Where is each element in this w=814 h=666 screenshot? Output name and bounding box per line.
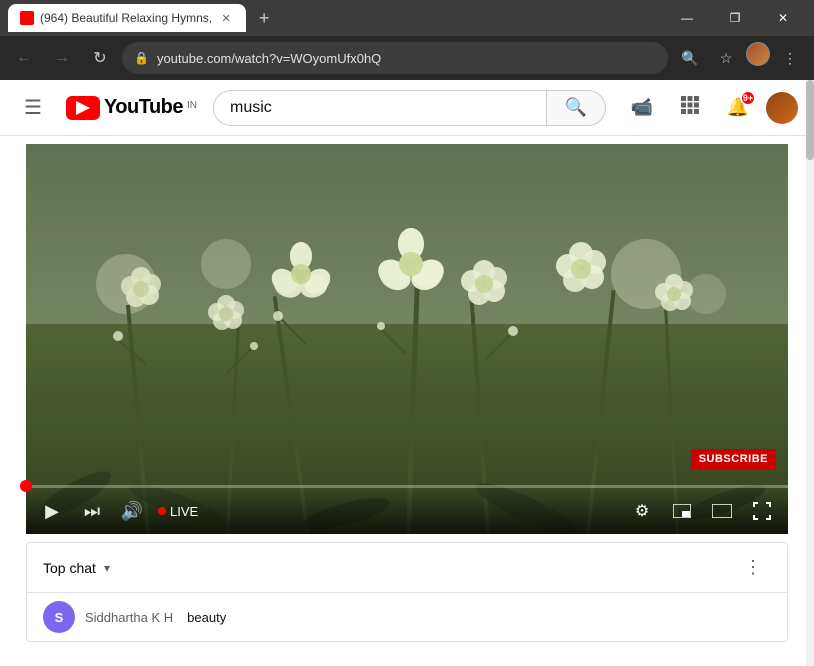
youtube-play-icon (76, 101, 90, 115)
notification-badge: 9+ (740, 90, 756, 106)
notifications-button[interactable]: 🔔 9+ (718, 88, 758, 128)
chat-menu-button[interactable]: ⋮ (735, 550, 771, 586)
chat-message-text: beauty (187, 610, 226, 625)
chat-dropdown-arrow[interactable]: ▾ (104, 561, 110, 575)
tab-favicon (20, 11, 34, 25)
browser-chrome: (964) Beautiful Relaxing Hymns, ✕ + — ❐ … (0, 0, 814, 80)
search-browser-button[interactable]: 🔍 (674, 42, 706, 74)
upload-icon: 📹 (631, 97, 653, 118)
search-bar: 🔍 (213, 90, 606, 126)
youtube-logo-text: YouTube (104, 96, 183, 119)
page-inner: ☰ YouTube IN 🔍 📹 (0, 80, 814, 666)
tab-bar: (964) Beautiful Relaxing Hymns, ✕ + — ❐ … (0, 0, 814, 36)
window-controls: — ❐ ✕ (664, 0, 806, 36)
youtube-logo-icon (66, 96, 100, 120)
chat-message: S Siddhartha K H beauty (27, 593, 787, 641)
video-thumbnail (26, 144, 788, 534)
youtube-logo[interactable]: YouTube IN (66, 96, 197, 120)
tab-close-button[interactable]: ✕ (218, 10, 234, 26)
chat-username: Siddhartha K H (85, 610, 173, 625)
search-icon: 🔍 (565, 97, 587, 118)
url-text: youtube.com/watch?v=WOyomUfx0hQ (157, 51, 656, 66)
video-visual (26, 144, 788, 534)
apps-icon (680, 95, 700, 120)
live-dot (158, 507, 166, 515)
tab-title: (964) Beautiful Relaxing Hymns, (40, 11, 212, 25)
user-avatar[interactable] (766, 92, 798, 124)
user-avatar-image (766, 92, 798, 124)
chat-section: Top chat ▾ ⋮ S Siddhartha K H beauty (26, 542, 788, 642)
bookmark-button[interactable]: ☆ (710, 42, 742, 74)
youtube-country-label: IN (187, 100, 197, 111)
url-bar[interactable]: 🔒 youtube.com/watch?v=WOyomUfx0hQ (122, 42, 668, 74)
search-button[interactable]: 🔍 (546, 90, 606, 126)
chat-avatar: S (43, 601, 75, 633)
close-button[interactable]: ✕ (760, 0, 806, 36)
settings-button[interactable]: ⚙ (624, 493, 660, 529)
live-label: LIVE (170, 504, 198, 519)
live-indicator: LIVE (158, 504, 198, 519)
youtube-header: ☰ YouTube IN 🔍 📹 (0, 80, 814, 136)
maximize-button[interactable]: ❐ (712, 0, 758, 36)
search-input[interactable] (213, 90, 546, 126)
play-button[interactable]: ▶ (34, 493, 70, 529)
apps-button[interactable] (670, 88, 710, 128)
minimize-button[interactable]: — (664, 0, 710, 36)
video-section: SUBSCRIBE ▶ ⏭ 🔊 LIVE (0, 136, 814, 534)
lock-icon: 🔒 (134, 51, 149, 65)
browser-user-avatar[interactable] (746, 42, 770, 66)
active-tab[interactable]: (964) Beautiful Relaxing Hymns, ✕ (8, 4, 246, 32)
fullscreen-button[interactable] (744, 493, 780, 529)
miniplayer-button[interactable] (664, 493, 700, 529)
theater-button[interactable] (704, 493, 740, 529)
address-bar: ← → ↻ 🔒 youtube.com/watch?v=WOyomUfx0hQ … (0, 36, 814, 80)
browser-menu-button[interactable]: ⋮ (774, 42, 806, 74)
page-scrollbar[interactable] (806, 80, 814, 666)
video-controls: ▶ ⏭ 🔊 LIVE ⚙ (26, 488, 788, 534)
scrollbar-thumb[interactable] (806, 80, 814, 160)
page-content: ☰ YouTube IN 🔍 📹 (0, 80, 814, 666)
subscribe-button[interactable]: SUBSCRIBE (691, 449, 776, 469)
skip-button[interactable]: ⏭ (74, 493, 110, 529)
header-actions: 📹 (622, 88, 798, 128)
video-container[interactable]: SUBSCRIBE ▶ ⏭ 🔊 LIVE (26, 144, 788, 534)
refresh-button[interactable]: ↻ (84, 42, 116, 74)
back-button[interactable]: ← (8, 42, 40, 74)
volume-button[interactable]: 🔊 (114, 493, 150, 529)
forward-button[interactable]: → (46, 42, 78, 74)
address-actions: 🔍 ☆ ⋮ (674, 42, 806, 74)
new-tab-button[interactable]: + (250, 4, 278, 32)
hamburger-menu-button[interactable]: ☰ (16, 87, 50, 128)
upload-button[interactable]: 📹 (622, 88, 662, 128)
chat-avatar-letter: S (55, 610, 64, 625)
chat-header: Top chat ▾ ⋮ (27, 543, 787, 593)
top-chat-label: Top chat (43, 560, 96, 576)
